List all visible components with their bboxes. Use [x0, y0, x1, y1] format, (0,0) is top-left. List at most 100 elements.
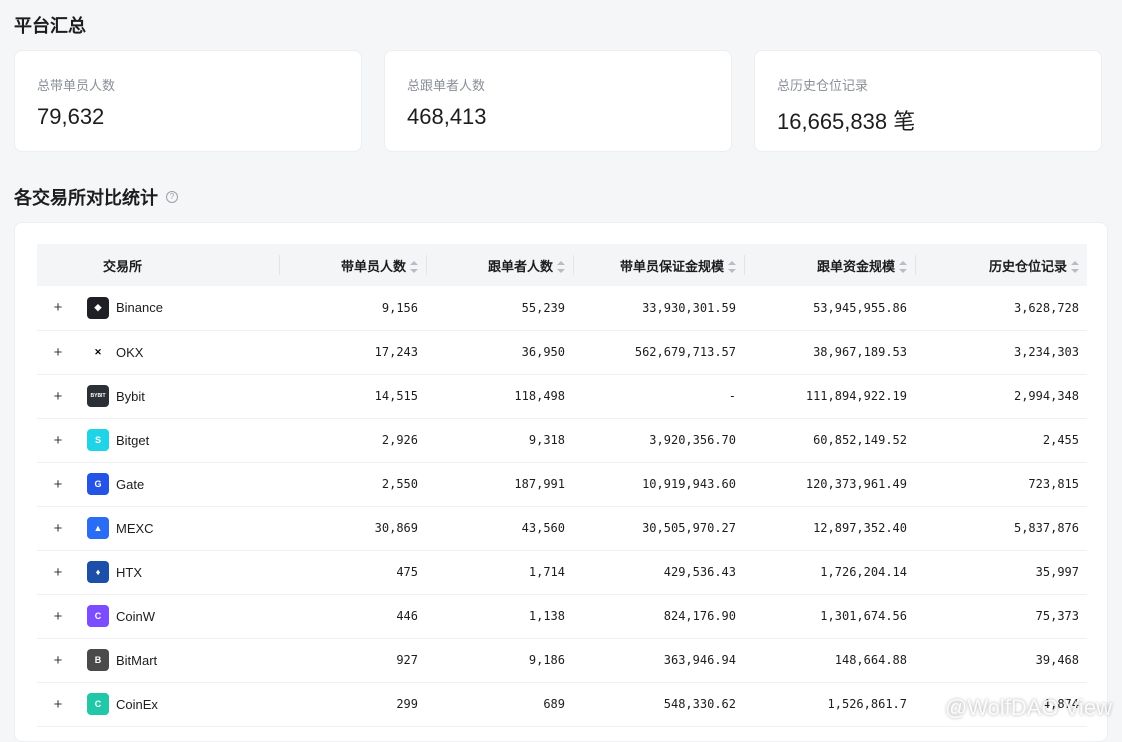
exchange-name: CoinW: [116, 608, 156, 624]
history-card: 总历史仓位记录 16,665,838 笔: [754, 50, 1102, 152]
exchange-name-wrap: ♦ HTX: [87, 561, 271, 583]
summary-cards: 总带单员人数 79,632 总跟单者人数 468,413 总历史仓位记录 16,…: [14, 50, 1102, 152]
sort-icon[interactable]: [899, 261, 907, 274]
expand-button[interactable]: +: [37, 286, 79, 330]
exchange-name: HTX: [116, 564, 142, 580]
followers-card: 总跟单者人数 468,413: [384, 50, 732, 152]
exchange-logo-icon: C: [87, 693, 109, 715]
column-divider: [426, 255, 427, 275]
expand-button[interactable]: +: [37, 594, 79, 638]
exchange-logo-icon: B: [87, 649, 109, 671]
table-row[interactable]: + ♦ HTX 475 1,714 429,536.43 1,726,204.14 35,99…: [37, 550, 1087, 594]
follower-funds-cell: 1,726,204.14: [820, 565, 907, 579]
exchange-cell: S Bitget: [79, 418, 279, 462]
column-label: 历史仓位记录: [988, 258, 1067, 274]
exchange-logo-icon: S: [87, 429, 109, 451]
leader-margin-cell: -: [728, 389, 736, 403]
column-header-followers[interactable]: 跟单者人数: [426, 244, 573, 286]
sort-icon[interactable]: [728, 261, 736, 274]
exchange-name-wrap: C CoinW: [87, 605, 271, 627]
expand-button[interactable]: +: [37, 462, 79, 506]
followers-cell: 689: [543, 697, 565, 711]
column-header-follower-funds[interactable]: 跟单资金规模: [744, 244, 915, 286]
exchange-name-wrap: B BitMart: [87, 649, 271, 671]
exchange-cell: BYBIT Bybit: [79, 374, 279, 418]
history-cell: 2,994,348: [1013, 389, 1079, 403]
exchange-logo-icon: ✕: [87, 341, 109, 363]
followers-cell: 1,714: [528, 565, 565, 579]
exchange-name: OKX: [116, 344, 144, 360]
table-row[interactable]: + ▲ MEXC 30,869 43,560 30,505,970.27 12,897,35…: [37, 506, 1087, 550]
column-divider: [573, 255, 574, 275]
followers-cell: 1,138: [528, 609, 565, 623]
exchange-name: Bitget: [116, 432, 150, 448]
expand-button[interactable]: +: [37, 682, 79, 726]
history-cell: 3,234,303: [1013, 345, 1079, 359]
exchange-name: Gate: [116, 476, 145, 492]
exchange-logo-icon: C: [87, 605, 109, 627]
exchange-name: MEXC: [116, 520, 154, 536]
leaders-cell: 475: [396, 565, 418, 579]
follower-funds-cell: 12,897,352.40: [813, 521, 907, 535]
table-row[interactable]: + C CoinEx 299 689 548,330.62 1,526,861.7 4,874: [37, 682, 1087, 726]
card-label: 总历史仓位记录: [777, 78, 869, 93]
expand-button[interactable]: +: [37, 418, 79, 462]
followers-cell: 187,991: [514, 477, 565, 491]
expand-button[interactable]: +: [37, 638, 79, 682]
followers-cell: 55,239: [521, 300, 565, 315]
table-row[interactable]: + C CoinW 446 1,138 824,176.90 1,301,674.56 75,…: [37, 594, 1087, 638]
history-cell: 2,455: [1042, 433, 1079, 447]
leader-margin-cell: 363,946.94: [663, 653, 736, 667]
comparison-title: 各交易所对比统计 ?: [14, 184, 178, 210]
follower-funds-cell: 120,373,961.49: [805, 477, 907, 491]
column-header-history[interactable]: 历史仓位记录: [915, 244, 1087, 286]
exchange-logo-icon: BYBIT: [87, 385, 109, 407]
column-divider: [744, 255, 745, 275]
history-cell: 3,628,728: [1013, 300, 1079, 315]
column-label: 带单员人数: [340, 258, 406, 274]
table-row[interactable]: + BYBIT Bybit 14,515 118,498 - 111,894,922.19 2…: [37, 374, 1087, 418]
table-row[interactable]: + G Gate 2,550 187,991 10,919,943.60 120,373,9…: [37, 462, 1087, 506]
exchange-name-wrap: C CoinEx: [87, 693, 271, 715]
leaders-cell: 2,550: [381, 477, 418, 491]
column-header-exchange: 交易所: [79, 244, 279, 286]
leader-margin-cell: 30,505,970.27: [642, 521, 736, 535]
exchange-cell: ✕ OKX: [79, 330, 279, 374]
followers-cell: 43,560: [521, 521, 565, 535]
sort-icon[interactable]: [557, 261, 565, 274]
leader-margin-cell: 3,920,356.70: [649, 433, 736, 447]
exchange-logo-icon: G: [87, 473, 109, 495]
exchange-logo-icon: ♦: [87, 561, 109, 583]
follower-funds-cell: 148,664.88: [834, 653, 907, 667]
comparison-title-text: 各交易所对比统计: [14, 188, 158, 208]
table-row[interactable]: + B BitMart 927 9,186 363,946.94 148,664.88 39,…: [37, 638, 1087, 682]
sort-icon[interactable]: [410, 261, 418, 274]
sort-icon[interactable]: [1071, 261, 1079, 274]
expand-button[interactable]: +: [37, 550, 79, 594]
history-cell: 75,373: [1035, 609, 1079, 623]
card-label: 总带单员人数: [37, 78, 116, 93]
expand-button[interactable]: +: [37, 330, 79, 374]
column-label: 跟单资金规模: [816, 258, 895, 274]
follower-funds-cell: 111,894,922.19: [805, 389, 907, 403]
leader-margin-cell: 548,330.62: [663, 697, 736, 711]
leader-margin-cell: 562,679,713.57: [634, 345, 736, 359]
follower-funds-cell: 38,967,189.53: [813, 345, 907, 359]
expand-header: [37, 244, 79, 286]
expand-button[interactable]: +: [37, 506, 79, 550]
expand-button[interactable]: +: [37, 374, 79, 418]
follower-funds-cell: 60,852,149.52: [813, 433, 907, 447]
exchange-name-wrap: ◆ Binance: [87, 296, 271, 319]
question-circle-icon[interactable]: ?: [166, 191, 178, 203]
table-row[interactable]: + ◆ Binance 9,156 55,239 33,930,301.59 53,945,…: [37, 286, 1087, 330]
column-divider: [915, 255, 916, 275]
leaders-cell: 446: [396, 609, 418, 623]
leaders-cell: 2,926: [381, 433, 418, 447]
exchange-cell: C CoinW: [79, 594, 279, 638]
table-row[interactable]: + S Bitget 2,926 9,318 3,920,356.70 60,852,149…: [37, 418, 1087, 462]
watermark: @WolfDAO View: [944, 695, 1112, 720]
follower-funds-cell: 1,526,861.7: [827, 697, 907, 711]
column-header-leader-margin[interactable]: 带单员保证金规模: [573, 244, 744, 286]
table-row[interactable]: + ✕ OKX 17,243 36,950 562,679,713.57 38,967,18…: [37, 330, 1087, 374]
column-header-leaders[interactable]: 带单员人数: [279, 244, 426, 286]
